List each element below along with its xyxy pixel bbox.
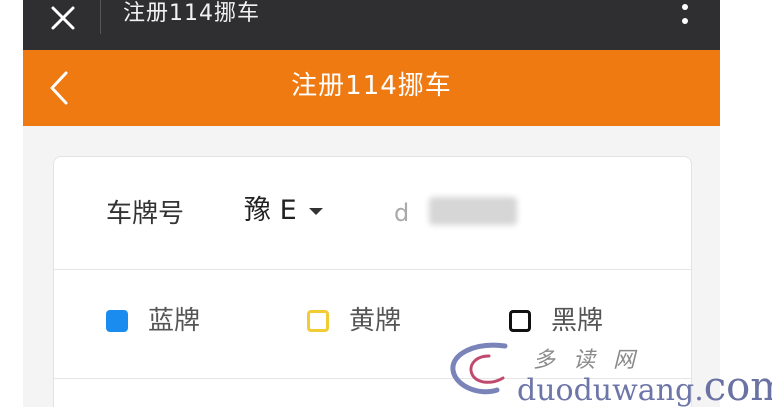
- more-vertical-icon: [682, 4, 688, 10]
- more-menu-button[interactable]: [678, 0, 692, 30]
- yellow-square-outline-icon: [307, 310, 329, 332]
- browser-title: 注册114挪车: [123, 1, 260, 26]
- plate-color-label: 蓝牌: [148, 306, 201, 336]
- province-select[interactable]: 豫 E: [244, 193, 323, 229]
- caret-down-icon: [308, 207, 323, 215]
- phone-screen: 注册114挪车 注册114挪车 车牌号 豫 E 蓝牌: [23, 0, 720, 407]
- plate-color-option-black[interactable]: 黑牌: [509, 303, 603, 339]
- browser-title-bar: 注册114挪车: [23, 0, 720, 50]
- chevron-left-icon: [50, 71, 68, 105]
- plate-number-row: 车牌号 豫 E: [54, 157, 691, 270]
- province-value: 豫 E: [244, 195, 297, 226]
- back-button[interactable]: [41, 68, 77, 108]
- page-header: 注册114挪车: [23, 50, 720, 126]
- plate-color-label: 黄牌: [349, 306, 402, 336]
- close-icon: [51, 6, 75, 30]
- more-vertical-icon: [682, 18, 688, 24]
- blue-square-icon: [106, 310, 128, 332]
- register-form-card: 车牌号 豫 E 蓝牌 黄牌 黑牌: [53, 156, 692, 407]
- plate-color-option-yellow[interactable]: 黄牌: [307, 303, 401, 339]
- plate-number-label: 车牌号: [106, 199, 185, 229]
- plate-color-option-blue[interactable]: 蓝牌: [106, 303, 200, 339]
- plate-color-row: 蓝牌 黄牌 黑牌: [54, 270, 691, 379]
- title-bar-divider: [100, 0, 101, 34]
- close-button[interactable]: [45, 0, 81, 36]
- page-title: 注册114挪车: [291, 71, 452, 101]
- black-square-outline-icon: [509, 310, 531, 332]
- plate-color-label: 黑牌: [551, 306, 604, 336]
- plate-number-input[interactable]: [394, 193, 504, 233]
